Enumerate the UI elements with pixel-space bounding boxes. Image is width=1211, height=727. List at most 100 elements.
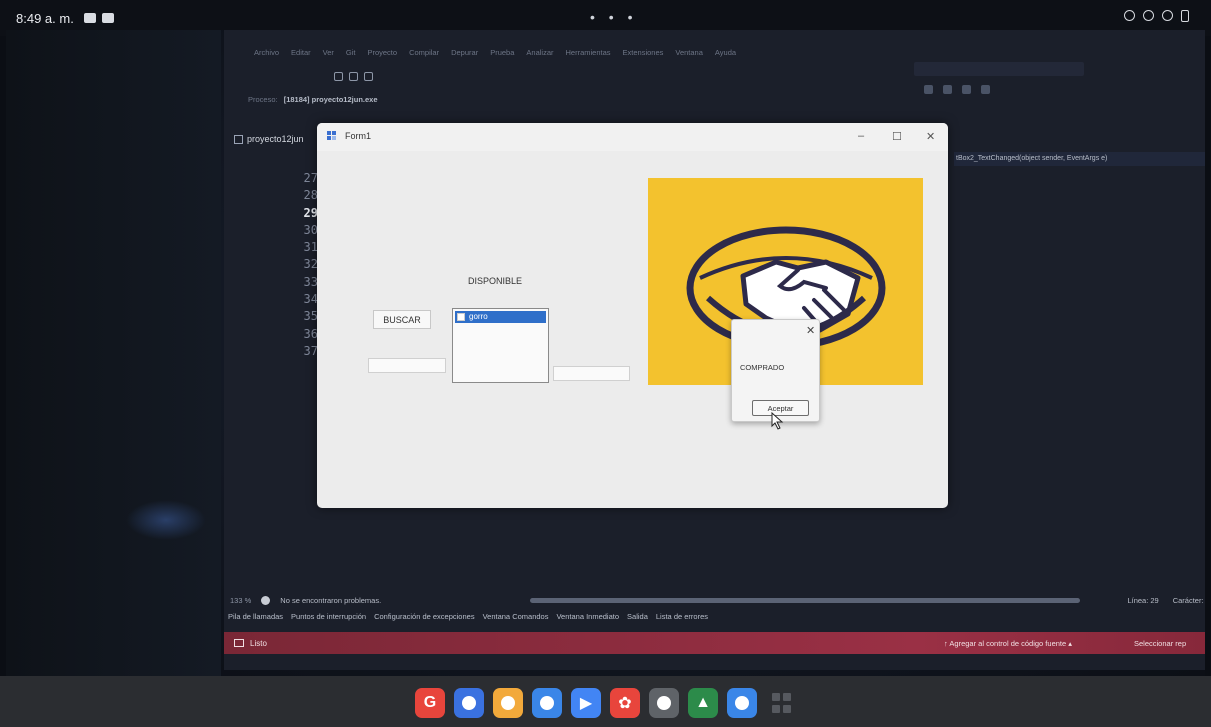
menu-item[interactable]: Ayuda: [715, 48, 736, 57]
menu-item[interactable]: Editar: [291, 48, 311, 57]
vs-status-bar: Listo ↑ Agregar al control de código fue…: [224, 632, 1205, 654]
play-store-icon[interactable]: ▶: [571, 688, 601, 718]
menu-item[interactable]: Depurar: [451, 48, 478, 57]
meet-icon-glyph: [540, 696, 554, 710]
menu-item[interactable]: Herramientas: [566, 48, 611, 57]
chrome-icon[interactable]: [493, 688, 523, 718]
camera-icon[interactable]: [649, 688, 679, 718]
meet-icon[interactable]: [532, 688, 562, 718]
background-wall: [6, 30, 221, 676]
line-number: 33: [303, 274, 318, 289]
select-repo-button[interactable]: Seleccionar rep: [1134, 639, 1186, 648]
youtube-notification-icon: [101, 13, 114, 23]
process-label: Proceso:: [248, 95, 278, 104]
list-item-label: gorro: [469, 312, 488, 321]
line-number: 32: [303, 257, 318, 272]
menu-item[interactable]: Proyecto: [367, 48, 397, 57]
messages-icon-glyph: [462, 696, 476, 710]
mobile-app-icon[interactable]: [727, 688, 757, 718]
dialog-message: COMPRADO: [740, 363, 785, 372]
vs-search-box[interactable]: [914, 62, 1084, 76]
zoom-level[interactable]: 133 %: [230, 596, 251, 605]
open-icon[interactable]: [334, 72, 343, 81]
form1-titlebar[interactable]: Form1 – ☐ ✕: [317, 123, 948, 151]
dock-apps: G ▶ ✿ ▲: [415, 688, 792, 718]
google-search-icon[interactable]: G: [415, 688, 445, 718]
maximize-icon[interactable]: ☐: [892, 130, 902, 143]
result-textbox[interactable]: [553, 366, 630, 381]
drive-icon[interactable]: ▲: [688, 688, 718, 718]
messages-icon[interactable]: [454, 688, 484, 718]
menu-item[interactable]: Ventana: [675, 48, 703, 57]
close-icon[interactable]: ✕: [926, 130, 935, 143]
tab-exception-settings[interactable]: Configuración de excepciones: [374, 612, 474, 621]
menu-item[interactable]: Ver: [323, 48, 334, 57]
tab-breakpoints[interactable]: Puntos de interrupción: [291, 612, 366, 621]
add-source-control-button[interactable]: ↑ Agregar al control de código fuente ▴: [944, 639, 1072, 648]
tab-call-stack[interactable]: Pila de llamadas: [228, 612, 283, 621]
line-number: 37: [303, 343, 318, 358]
tab-output[interactable]: Salida: [627, 612, 648, 621]
status-icons: [1124, 10, 1189, 22]
minimize-icon[interactable]: –: [858, 130, 864, 142]
tab-immediate-window[interactable]: Ventana Inmediato: [556, 612, 619, 621]
products-checked-listbox[interactable]: gorro: [452, 308, 549, 383]
line-number: 36: [303, 326, 318, 341]
menu-item[interactable]: Extensiones: [623, 48, 664, 57]
line-number: 28: [303, 188, 318, 203]
photos-icon[interactable]: ✿: [610, 688, 640, 718]
process-value: [18184] proyecto12jun.exe: [283, 95, 378, 104]
check-icon: [261, 596, 271, 605]
status-center-dots: • • •: [590, 9, 638, 25]
form1-window: Form1 – ☐ ✕ DISPONIBLE BUSCAR gorro ✕ CO…: [317, 123, 948, 508]
alarm-icon: [1124, 10, 1135, 21]
item-checkbox[interactable]: [457, 313, 465, 321]
vs-toolbar: [334, 72, 373, 81]
save-icon[interactable]: [349, 72, 358, 81]
line-number: 31: [303, 240, 318, 255]
menu-item[interactable]: Prueba: [490, 48, 514, 57]
menu-item[interactable]: Archivo: [254, 48, 279, 57]
camera-icon-glyph: [657, 696, 671, 710]
disponible-label: DISPONIBLE: [468, 276, 523, 286]
problems-status[interactable]: No se encontraron problemas.: [280, 596, 381, 605]
tab-command-window[interactable]: Ventana Comandos: [483, 612, 549, 621]
vs-process-selector[interactable]: Proceso: [18184] proyecto12jun.exe: [248, 95, 378, 104]
restart-icon[interactable]: [981, 85, 990, 94]
status-time: 8:49 a. m.: [16, 10, 74, 26]
search-textbox[interactable]: [368, 358, 446, 373]
line-number: 35: [303, 309, 318, 324]
pause-icon[interactable]: [943, 85, 952, 94]
app-drawer-icon[interactable]: [770, 692, 792, 714]
form-app-icon: [327, 131, 337, 141]
tab-error-list[interactable]: Lista de errores: [656, 612, 708, 621]
form1-title: Form1: [345, 131, 372, 141]
solution-item-label: proyecto12jun: [247, 134, 304, 144]
background-light: [126, 500, 206, 540]
code-method-signature[interactable]: tBox2_TextChanged(object sender, EventAr…: [954, 152, 1205, 166]
vs-editor-status: 133 % No se encontraron problemas. Línea…: [230, 593, 1205, 608]
menu-item[interactable]: Compilar: [409, 48, 439, 57]
list-item-selected[interactable]: gorro: [455, 311, 546, 323]
horizontal-scrollbar[interactable]: [530, 598, 1080, 603]
ready-status: Listo: [250, 638, 267, 648]
vs-menu-bar: Archivo Editar Ver Git Proyecto Compilar…: [254, 48, 736, 57]
line-number: 30: [303, 222, 318, 237]
line-numbers: 27 28 29 30 31 32 33 34 35 36 37: [288, 170, 318, 360]
line-number-current: 29: [303, 205, 318, 220]
mouse-cursor-icon: [771, 412, 784, 430]
save-all-icon[interactable]: [364, 72, 373, 81]
vs-solution-tab[interactable]: proyecto12jun: [234, 134, 304, 144]
output-icon: [234, 639, 244, 647]
dialog-close-icon[interactable]: ✕: [806, 324, 815, 337]
mobile-app-icon-glyph: [735, 696, 749, 710]
chrome-icon-glyph: [501, 696, 515, 710]
stop-icon[interactable]: [962, 85, 971, 94]
vs-debug-toolbar: [924, 85, 990, 94]
line-number: 34: [303, 292, 318, 307]
continue-icon[interactable]: [924, 85, 933, 94]
line-indicator: Línea: 29: [1127, 596, 1159, 605]
menu-item[interactable]: Analizar: [526, 48, 553, 57]
buscar-button[interactable]: BUSCAR: [373, 310, 431, 329]
menu-item[interactable]: Git: [346, 48, 356, 57]
